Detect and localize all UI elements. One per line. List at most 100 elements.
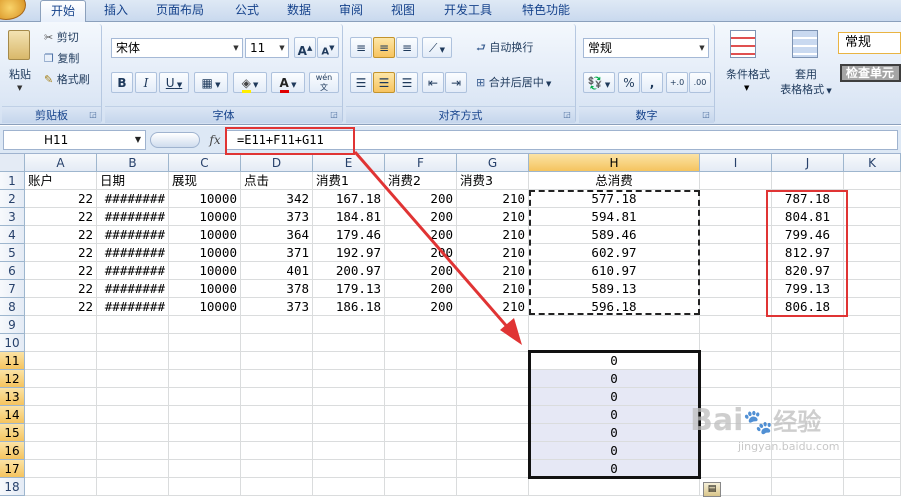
cell-D2[interactable]: 342 — [241, 190, 313, 208]
result-cell-H11[interactable]: 0 — [529, 352, 700, 370]
cell-B6[interactable]: ######## — [97, 262, 169, 280]
cell-F14[interactable] — [385, 406, 457, 424]
cell-K18[interactable] — [844, 478, 901, 496]
column-header-G[interactable]: G — [457, 154, 529, 172]
font-launcher-icon[interactable]: ◲ — [329, 110, 339, 120]
cell-A18[interactable] — [25, 478, 97, 496]
cut-button[interactable]: ✂ 剪切 — [44, 28, 79, 48]
cell-J10[interactable] — [772, 334, 844, 352]
cell-J5[interactable]: 812.97 — [772, 244, 844, 262]
cell-E18[interactable] — [313, 478, 385, 496]
cell-K16[interactable] — [844, 442, 901, 460]
cell-B16[interactable] — [97, 442, 169, 460]
cell-K15[interactable] — [844, 424, 901, 442]
cell-B2[interactable]: ######## — [97, 190, 169, 208]
align-center-icon[interactable]: ☰ — [373, 72, 395, 93]
copy-button[interactable]: ❐ 复制 — [44, 49, 79, 69]
tab-3[interactable]: 公式 — [228, 0, 266, 22]
cell-A10[interactable] — [25, 334, 97, 352]
cell-J9[interactable] — [772, 316, 844, 334]
cell-K11[interactable] — [844, 352, 901, 370]
cell-G4[interactable]: 210 — [457, 226, 529, 244]
row-header-1[interactable]: 1 — [0, 172, 25, 190]
cell-I12[interactable] — [700, 370, 772, 388]
align-bottom-icon[interactable]: ≡ — [396, 37, 418, 58]
cell-C10[interactable] — [169, 334, 241, 352]
column-header-I[interactable]: I — [700, 154, 772, 172]
cell-I2[interactable] — [700, 190, 772, 208]
orientation-icon[interactable]: ⟋ ▼ — [422, 37, 452, 58]
cell-I17[interactable] — [700, 460, 772, 478]
cell-G2[interactable]: 210 — [457, 190, 529, 208]
row-header-9[interactable]: 9 — [0, 316, 25, 334]
cell-F13[interactable] — [385, 388, 457, 406]
cell-B11[interactable] — [97, 352, 169, 370]
cell-A15[interactable] — [25, 424, 97, 442]
row-header-4[interactable]: 4 — [0, 226, 25, 244]
cell-K2[interactable] — [844, 190, 901, 208]
column-header-K[interactable]: K — [844, 154, 901, 172]
cell-F9[interactable] — [385, 316, 457, 334]
cell-B4[interactable]: ######## — [97, 226, 169, 244]
cell-G8[interactable]: 210 — [457, 298, 529, 316]
paste-button[interactable]: 粘贴 — [5, 66, 35, 82]
align-top-icon[interactable]: ≡ — [350, 37, 372, 58]
cell-G10[interactable] — [457, 334, 529, 352]
column-header-E[interactable]: E — [313, 154, 385, 172]
cell-C4[interactable]: 10000 — [169, 226, 241, 244]
cell-H10[interactable] — [529, 334, 700, 352]
cell-D15[interactable] — [241, 424, 313, 442]
cell-D9[interactable] — [241, 316, 313, 334]
cell-G3[interactable]: 210 — [457, 208, 529, 226]
cell-D12[interactable] — [241, 370, 313, 388]
tab-6[interactable]: 视图 — [386, 0, 420, 22]
alignment-launcher-icon[interactable]: ◲ — [562, 110, 572, 120]
cell-E7[interactable]: 179.13 — [313, 280, 385, 298]
cell-J17[interactable] — [772, 460, 844, 478]
cell-A5[interactable]: 22 — [25, 244, 97, 262]
cell-G9[interactable] — [457, 316, 529, 334]
cell-K14[interactable] — [844, 406, 901, 424]
cell-D7[interactable]: 378 — [241, 280, 313, 298]
cell-K6[interactable] — [844, 262, 901, 280]
row-header-2[interactable]: 2 — [0, 190, 25, 208]
bold-button[interactable]: B — [111, 72, 133, 93]
cell-I9[interactable] — [700, 316, 772, 334]
cell-A14[interactable] — [25, 406, 97, 424]
office-button[interactable] — [0, 0, 26, 20]
cell-K13[interactable] — [844, 388, 901, 406]
row-header-3[interactable]: 3 — [0, 208, 25, 226]
currency-icon[interactable]: 💱 ▼ — [583, 72, 615, 93]
cell-K17[interactable] — [844, 460, 901, 478]
cell-F6[interactable]: 200 — [385, 262, 457, 280]
column-header-J[interactable]: J — [772, 154, 844, 172]
cell-F3[interactable]: 200 — [385, 208, 457, 226]
cell-D4[interactable]: 364 — [241, 226, 313, 244]
cell-A11[interactable] — [25, 352, 97, 370]
result-cell-H16[interactable]: 0 — [529, 442, 700, 460]
cell-A16[interactable] — [25, 442, 97, 460]
cell-D16[interactable] — [241, 442, 313, 460]
comma-button[interactable]: , — [641, 72, 663, 93]
cell-C12[interactable] — [169, 370, 241, 388]
header-cell-H[interactable]: 总消费 — [529, 172, 700, 190]
cell-D18[interactable] — [241, 478, 313, 496]
header-cell-D[interactable]: 点击 — [241, 172, 313, 190]
cell-F4[interactable]: 200 — [385, 226, 457, 244]
cell-J3[interactable]: 804.81 — [772, 208, 844, 226]
cell-H18[interactable] — [529, 478, 700, 496]
cell-J11[interactable] — [772, 352, 844, 370]
font-name-select[interactable]: 宋体 ▼ — [111, 38, 243, 58]
style-normal[interactable]: 常规 — [838, 32, 901, 54]
cell-A8[interactable]: 22 — [25, 298, 97, 316]
cell-J7[interactable]: 799.13 — [772, 280, 844, 298]
percent-button[interactable]: % — [618, 72, 640, 93]
cell-G14[interactable] — [457, 406, 529, 424]
cell-E11[interactable] — [313, 352, 385, 370]
cell-D17[interactable] — [241, 460, 313, 478]
column-header-A[interactable]: A — [25, 154, 97, 172]
cell-E9[interactable] — [313, 316, 385, 334]
cell-K3[interactable] — [844, 208, 901, 226]
cell-F7[interactable]: 200 — [385, 280, 457, 298]
cell-A9[interactable] — [25, 316, 97, 334]
